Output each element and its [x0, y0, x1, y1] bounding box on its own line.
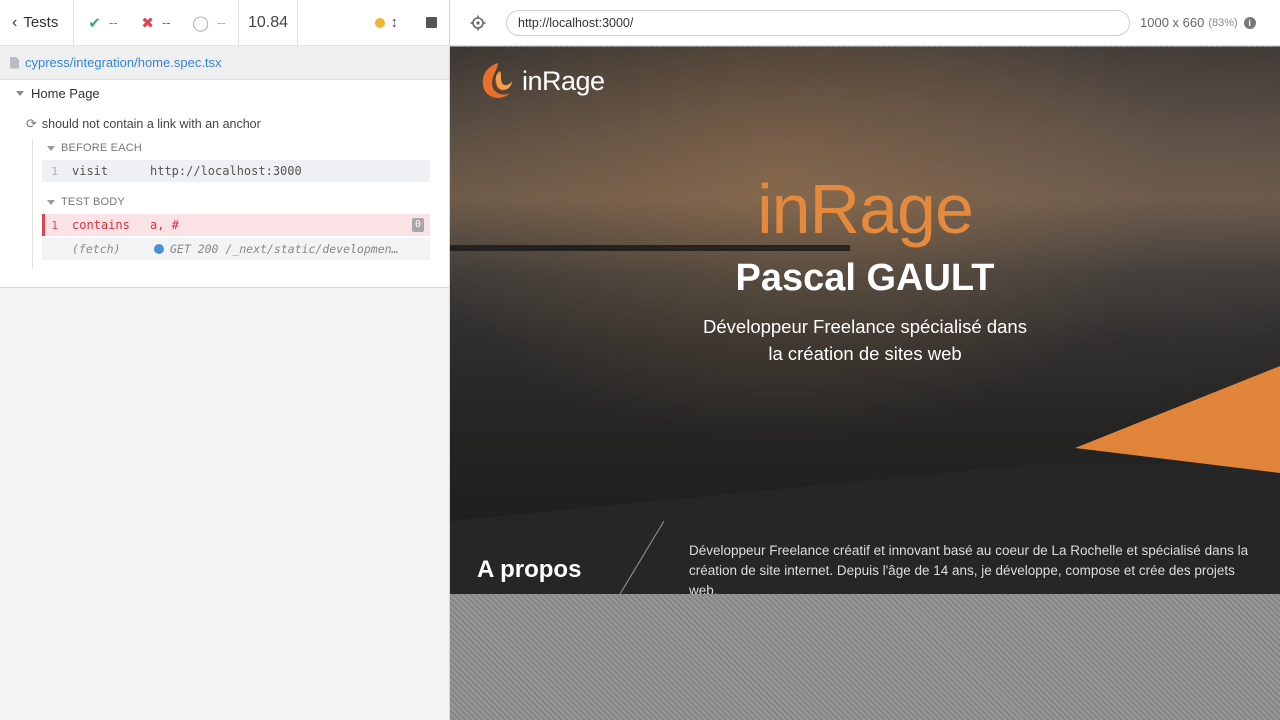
viewport-size: 1000 x 660 [1140, 15, 1205, 30]
element-count-badge: 0 [411, 218, 424, 232]
hook-test-body[interactable]: TEST BODY [47, 196, 125, 208]
passed-value: -- [108, 15, 118, 30]
running-indicator-icon [374, 17, 385, 28]
command-number: 1 [51, 164, 58, 178]
stop-button[interactable] [426, 17, 437, 28]
tagline-line-1: Développeur Freelance spécialisé dans [703, 316, 1027, 337]
suite-home-page[interactable]: Home Page [16, 86, 100, 101]
file-icon [10, 56, 19, 69]
failed-value: -- [161, 15, 171, 30]
test-title: should not contain a link with an anchor [41, 117, 261, 131]
duration: 10.84 [247, 13, 289, 31]
run-controls: ↕ [298, 0, 449, 46]
viewport-info[interactable]: 1000 x 660 (83%) i [1140, 15, 1256, 30]
command-fetch[interactable]: (fetch) GET 200 /_next/static/developmen… [42, 238, 430, 260]
suite-title: Home Page [31, 86, 100, 101]
command-name: contains [72, 218, 130, 232]
app-iframe: inRage inRage Pascal GAULT Développeur F… [450, 47, 1280, 594]
auto-scroll-toggle-icon[interactable]: ↕ [391, 14, 399, 31]
command-message: http://localhost:3000 [150, 164, 302, 178]
hook-label: TEST BODY [61, 196, 125, 208]
site-logo[interactable]: inRage [476, 59, 605, 103]
tagline-line-2: la création de sites web [768, 343, 962, 364]
selector-playground-button[interactable] [450, 15, 506, 31]
flame-logo-icon [482, 63, 512, 98]
stats-bar: ‹ Tests ✔ -- ✖ -- ◯ -- 10.84 ↕ [0, 0, 449, 46]
logo-text: inRage [522, 65, 605, 96]
pending-value: -- [217, 15, 226, 30]
crosshair-icon [470, 15, 486, 30]
hero-brand: inRage [757, 170, 974, 248]
request-status-dot-icon [154, 244, 164, 254]
command-message: GET 200 /_next/static/development/pages/… [150, 242, 405, 256]
command-number: 1 [51, 218, 58, 232]
pending-circle-icon: ◯ [192, 14, 210, 32]
spec-path-link[interactable]: cypress/integration/home.spec.tsx [25, 55, 222, 70]
url-input[interactable] [506, 9, 1130, 36]
collapse-triangle-icon [16, 91, 24, 96]
collapse-triangle-icon [47, 199, 55, 205]
running-spinner-icon: ⟳ [26, 116, 37, 131]
hook-label: BEFORE EACH [61, 142, 143, 154]
back-label: Tests [23, 14, 59, 31]
pending-count: ◯ -- [180, 0, 238, 46]
back-to-tests-button[interactable]: ‹ Tests [0, 0, 73, 46]
command-name: visit [72, 164, 109, 178]
check-icon: ✔ [88, 14, 101, 32]
viewport-scale: (83%) [1208, 16, 1238, 29]
x-icon: ✖ [141, 14, 154, 32]
command-name: (fetch) [72, 242, 121, 256]
about-text: Développeur Freelance créatif et innovan… [689, 543, 1249, 594]
passed-count: ✔ -- [74, 0, 132, 46]
spec-bar: cypress/integration/home.spec.tsx [0, 46, 449, 80]
fetch-url: GET 200 /_next/static/development/pages/… [170, 242, 405, 256]
collapse-triangle-icon [47, 145, 55, 151]
reporter-panel: ‹ Tests ✔ -- ✖ -- ◯ -- 10.84 ↕ cypress/i… [0, 0, 450, 720]
url-bar: 1000 x 660 (83%) i [450, 0, 1280, 46]
chevron-left-icon: ‹ [12, 13, 18, 31]
failed-count: ✖ -- [132, 0, 180, 46]
hero-name: Pascal GAULT [735, 257, 995, 299]
hero-tagline: Développeur Freelance spécialisé dans la… [450, 313, 1280, 367]
test-commands: BEFORE EACH 1 visit http://localhost:300… [32, 140, 430, 268]
hook-before-each[interactable]: BEFORE EACH [47, 142, 142, 154]
command-message: a, # [150, 218, 179, 232]
info-icon: i [1243, 16, 1256, 29]
command-contains[interactable]: 1 contains a, # 0 [42, 214, 430, 236]
command-visit[interactable]: 1 visit http://localhost:3000 [42, 160, 430, 182]
about-title: A propos [477, 556, 582, 583]
aut-panel: 1000 x 660 (83%) i inRage inRage Pascal … [450, 0, 1280, 720]
runnable-list: Home Page ⟳ should not contain a link wi… [0, 80, 449, 288]
test-item[interactable]: ⟳ should not contain a link with an anch… [26, 116, 261, 132]
